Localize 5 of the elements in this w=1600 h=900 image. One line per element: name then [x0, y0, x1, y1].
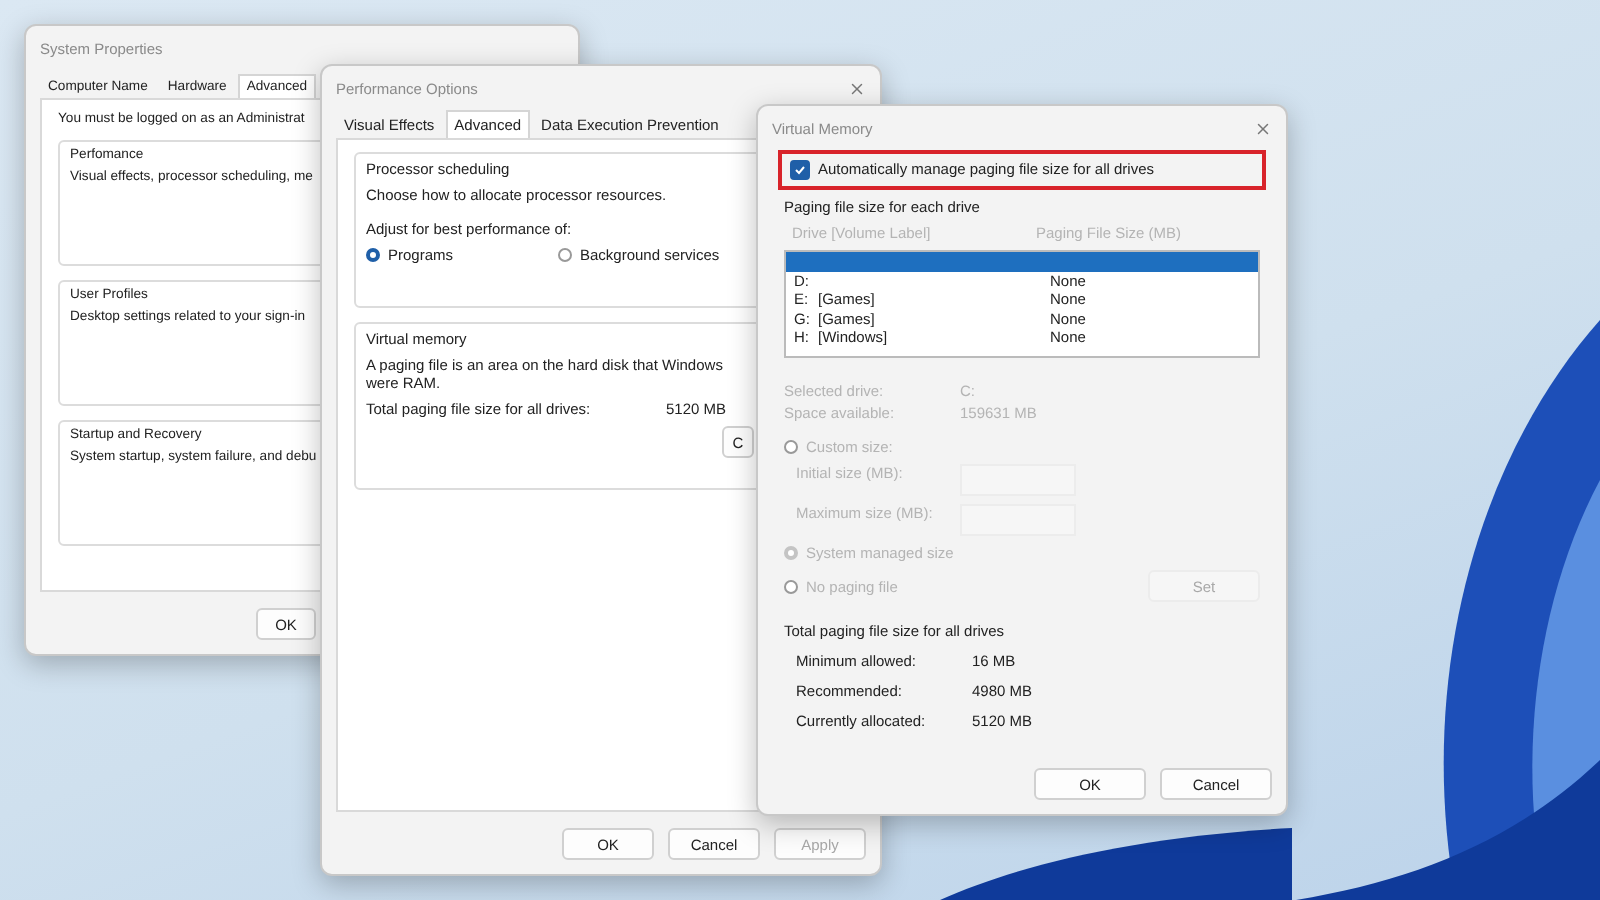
check-icon [794, 164, 806, 176]
close-icon[interactable] [1254, 119, 1272, 137]
radio-button[interactable] [558, 248, 572, 262]
close-icon[interactable] [848, 79, 866, 97]
radio-button[interactable] [366, 248, 380, 262]
